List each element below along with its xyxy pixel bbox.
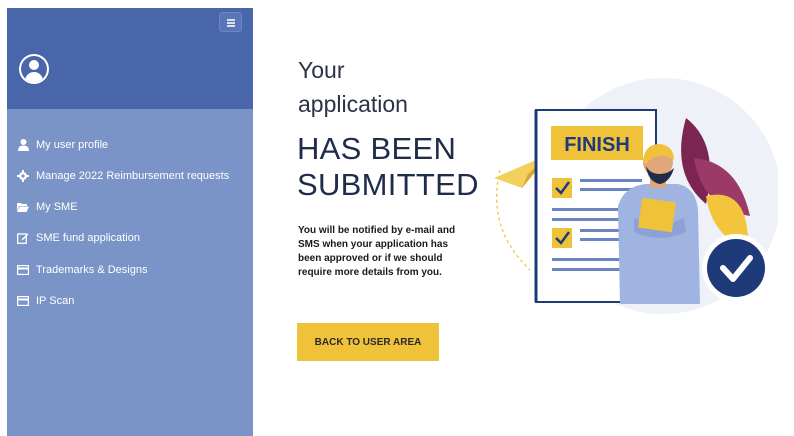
sidebar-item-reimbursement[interactable]: Manage 2022 Reimbursement requests bbox=[17, 167, 229, 185]
user-icon bbox=[17, 139, 29, 151]
sidebar-item-label: Trademarks & Designs bbox=[36, 264, 148, 276]
sidebar-item-user-profile[interactable]: My user profile bbox=[17, 136, 108, 154]
sidebar-item-label: Manage 2022 Reimbursement requests bbox=[36, 170, 230, 182]
finish-sign-label: FINISH bbox=[564, 134, 630, 156]
sidebar: My user profile Manage 2022 Reimbursemen… bbox=[7, 8, 253, 436]
hamburger-icon[interactable] bbox=[219, 12, 242, 32]
gear-icon bbox=[17, 170, 29, 182]
card-icon bbox=[17, 295, 29, 307]
sidebar-item-my-sme[interactable]: My SME bbox=[17, 198, 78, 216]
edit-icon bbox=[17, 232, 29, 244]
headline-line-2: SUBMITTED bbox=[297, 167, 479, 202]
headline-line-1: HAS BEEN bbox=[297, 131, 457, 166]
headline: HAS BEEN SUBMITTED bbox=[297, 132, 479, 202]
folder-open-icon bbox=[17, 201, 29, 213]
title-line-2: application bbox=[298, 91, 408, 117]
sidebar-item-ip-scan[interactable]: IP Scan bbox=[17, 292, 74, 310]
page-title: Your application bbox=[298, 53, 408, 121]
user-avatar-icon[interactable] bbox=[19, 54, 49, 84]
sidebar-item-label: My user profile bbox=[36, 139, 109, 151]
sidebar-item-label: IP Scan bbox=[36, 295, 75, 307]
sidebar-item-sme-fund[interactable]: SME fund application bbox=[17, 229, 140, 247]
check-badge-icon bbox=[702, 234, 770, 302]
notification-message: You will be notified by e-mail and SMS w… bbox=[298, 225, 456, 278]
sidebar-item-trademarks[interactable]: Trademarks & Designs bbox=[17, 261, 147, 279]
sidebar-item-label: SME fund application bbox=[36, 232, 140, 244]
title-line-1: Your bbox=[298, 57, 345, 83]
back-to-user-area-button[interactable]: BACK TO USER AREA bbox=[297, 323, 439, 361]
sidebar-header bbox=[7, 8, 253, 109]
finish-illustration: FINISH bbox=[488, 78, 781, 330]
sidebar-item-label: My SME bbox=[36, 201, 78, 213]
card-icon bbox=[17, 264, 29, 276]
